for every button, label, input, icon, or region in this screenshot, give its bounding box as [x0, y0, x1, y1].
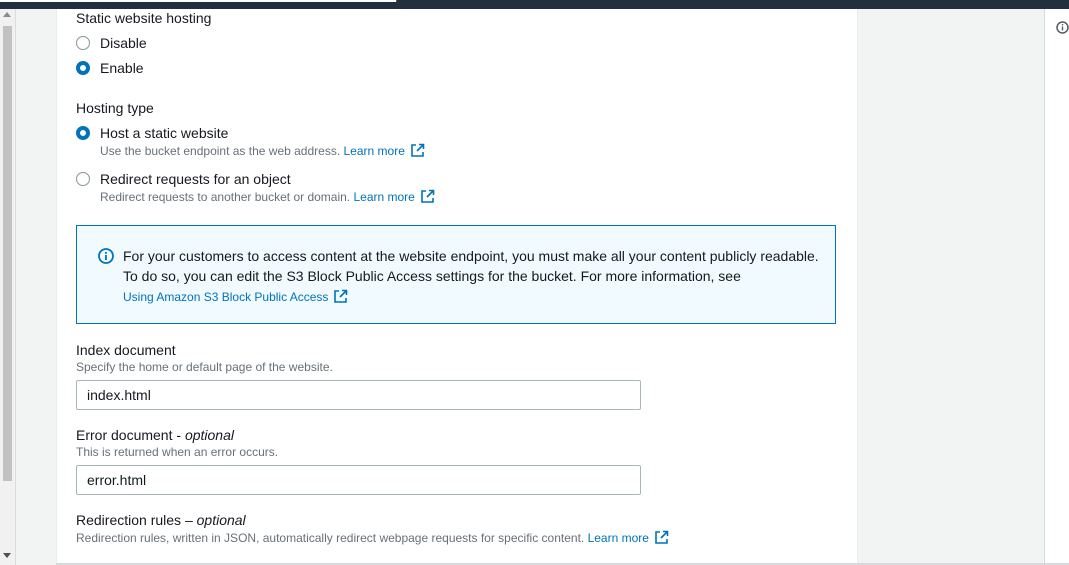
- radio-redirect-requests-label[interactable]: Redirect requests for an object: [100, 171, 291, 187]
- hosting-type-heading: Hosting type: [76, 100, 154, 116]
- static-hosting-heading: Static website hosting: [76, 10, 212, 26]
- radio-disable[interactable]: [76, 36, 90, 50]
- error-document-label-text: Error document -: [76, 427, 185, 443]
- redirection-rules-description: Redirection rules, written in JSON, auto…: [76, 530, 669, 545]
- learn-more-link[interactable]: Learn more: [344, 144, 405, 158]
- index-document-label: Index document: [76, 342, 176, 358]
- vertical-scrollbar[interactable]: [0, 9, 16, 565]
- index-document-description: Specify the home or default page of the …: [76, 360, 333, 374]
- radio-enable[interactable]: [76, 61, 90, 75]
- radio-disable-label[interactable]: Disable: [100, 35, 147, 51]
- external-link-icon[interactable]: [420, 189, 435, 204]
- error-document-description: This is returned when an error occurs.: [76, 445, 279, 459]
- radio-redirect-requests[interactable]: [76, 172, 90, 186]
- redirection-rules-description-text: Redirection rules, written in JSON, auto…: [76, 531, 585, 545]
- scroll-down-arrow-icon[interactable]: [3, 553, 11, 558]
- scrollbar-thumb[interactable]: [3, 26, 12, 481]
- block-public-access-link[interactable]: Using Amazon S3 Block Public Access: [123, 290, 328, 304]
- public-access-info-alert: For your customers to access content at …: [76, 225, 836, 324]
- scroll-up-arrow-icon[interactable]: [3, 12, 11, 17]
- optional-tag: optional: [184, 427, 234, 443]
- redirection-rules-label: Redirection rules – optional: [76, 512, 246, 528]
- learn-more-link[interactable]: Learn more: [588, 531, 649, 545]
- alert-message: For your customers to access content at …: [123, 248, 819, 284]
- top-navigation-bar: [0, 0, 1069, 9]
- learn-more-link[interactable]: Learn more: [353, 190, 414, 204]
- help-panel-edge: [1044, 9, 1069, 565]
- external-link-icon[interactable]: [410, 143, 425, 158]
- error-document-label: Error document - optional: [76, 427, 234, 443]
- redirect-requests-description: Redirect requests to another bucket or d…: [100, 189, 435, 204]
- optional-tag: optional: [196, 512, 246, 528]
- external-link-icon[interactable]: [333, 289, 348, 304]
- error-document-input[interactable]: [76, 465, 641, 495]
- alert-link-container: Using Amazon S3 Block Public Access: [123, 289, 348, 304]
- radio-enable-label[interactable]: Enable: [100, 60, 144, 76]
- host-static-website-description: Use the bucket endpoint as the web addre…: [100, 143, 425, 158]
- info-icon: [98, 248, 114, 264]
- redirect-description-text: Redirect requests to another bucket or d…: [100, 190, 351, 204]
- address-bar-edge: [0, 0, 397, 2]
- index-document-input[interactable]: [76, 380, 641, 410]
- info-icon[interactable]: [1056, 21, 1069, 34]
- host-static-description-text: Use the bucket endpoint as the web addre…: [100, 144, 341, 158]
- external-link-icon[interactable]: [654, 530, 669, 545]
- redirection-rules-label-text: Redirection rules –: [76, 512, 197, 528]
- radio-host-static-website-label[interactable]: Host a static website: [100, 125, 228, 141]
- radio-host-static-website[interactable]: [76, 126, 90, 140]
